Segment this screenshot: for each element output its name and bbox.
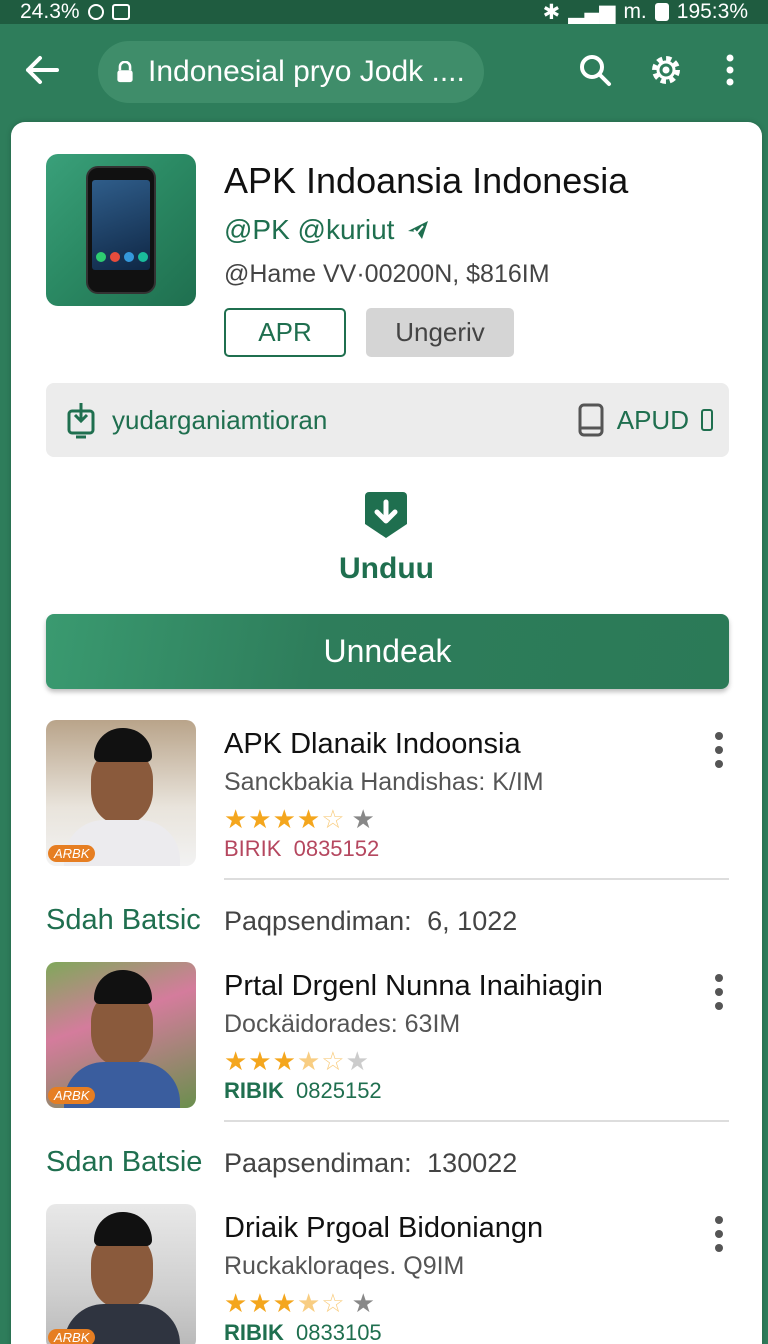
top-toolbar: Indonesial pryo Jodk .... <box>0 24 768 118</box>
bluetooth-icon: ✱ <box>542 0 561 24</box>
phone-illustration <box>86 166 156 294</box>
list-item[interactable]: ARBK APK Dlanaik Indoonsia Sanckbakia Ha… <box>46 720 729 870</box>
device-icon <box>578 403 604 437</box>
download-icon[interactable] <box>363 490 409 540</box>
more-vertical-icon <box>726 54 734 86</box>
info-text: yudarganiamtioran <box>112 404 328 435</box>
section-meta: Paqpsendiman: 6, 1022 <box>224 906 517 937</box>
item-code-value: 0825152 <box>296 1078 382 1103</box>
back-button[interactable] <box>20 48 64 92</box>
section-meta: Paapsendiman: 130022 <box>224 1148 517 1179</box>
url-bar[interactable]: Indonesial pryo Jodk .... <box>98 41 484 103</box>
item-code-value: 0835152 <box>293 836 380 861</box>
list-item[interactable]: ARBK Prtal Drgenl Nunna Inaihiagin Dockä… <box>46 962 729 1112</box>
settings-button[interactable] <box>644 48 688 92</box>
item-code-value: 0833105 <box>296 1320 382 1344</box>
item-title: Driaik Prgoal Bidoniangn <box>224 1212 544 1244</box>
back-arrow-icon <box>26 56 59 84</box>
download-button[interactable]: Unndeak <box>46 614 729 689</box>
item-badge: ARBK <box>48 845 96 862</box>
item-code-prefix: BIRIK <box>224 836 282 861</box>
item-thumbnail: ARBK <box>46 1204 196 1344</box>
item-title: Prtal Drgenl Nunna Inaihiagin <box>224 970 603 1002</box>
item-more-button[interactable] <box>709 1216 729 1252</box>
item-code: RIBIK 0825152 <box>224 1078 382 1104</box>
chip-ungeriv[interactable]: Ungeriv <box>366 308 514 357</box>
app-title: APK Indoansia Indonesia <box>224 160 629 201</box>
developer-name: @PK @kuriut <box>224 214 395 245</box>
section-header: Sdan Batsie Paapsendiman: 130022 <box>46 1146 729 1186</box>
item-subtitle: Dockäidorades: 63IM <box>224 1010 461 1038</box>
small-device-icon <box>701 409 713 431</box>
battery-percent: 24.3% <box>20 0 80 23</box>
divider <box>224 878 729 880</box>
item-thumbnail: ARBK <box>46 962 196 1108</box>
notification-icon <box>111 4 130 20</box>
section-meta-label: Paqpsendiman: <box>224 906 412 936</box>
install-icon <box>67 403 95 439</box>
item-thumbnail: ARBK <box>46 720 196 866</box>
lock-icon <box>117 61 133 83</box>
status-time: 195:3% <box>676 0 748 23</box>
overflow-menu-button[interactable] <box>708 48 752 92</box>
battery-icon <box>654 3 669 21</box>
item-title: APK Dlanaik Indoonsia <box>224 728 521 760</box>
gear-icon <box>652 56 680 84</box>
info-bar[interactable]: yudarganiamtioran APUD <box>46 383 729 457</box>
location-icon <box>87 4 104 20</box>
item-more-button[interactable] <box>709 974 729 1010</box>
app-meta: @Hame VV·00200N, $816IM <box>224 260 550 288</box>
item-code-prefix: RIBIK <box>224 1320 284 1344</box>
section-title: Sdan Batsie <box>46 1146 203 1178</box>
verified-icon <box>408 221 429 239</box>
section-meta-value: 6, 1022 <box>427 906 518 936</box>
download-label[interactable]: Unduu <box>11 552 762 586</box>
item-subtitle: Ruckakloraqes. Q9IM <box>224 1252 465 1280</box>
star-rating: ★★★★☆★ <box>224 1046 370 1076</box>
section-meta-label: Paapsendiman: <box>224 1148 412 1178</box>
main-card: APK Indoansia Indonesia @PK @kuriut @Ham… <box>11 122 762 1344</box>
section-meta-value: 130022 <box>427 1148 518 1178</box>
item-code: RIBIK 0833105 <box>224 1320 382 1344</box>
url-text: Indonesial pryo Jodk .... <box>148 55 465 88</box>
item-more-button[interactable] <box>709 732 729 768</box>
section-title: Sdah Batsic <box>46 904 201 936</box>
star-rating: ★★★★☆★ <box>224 1288 376 1318</box>
divider <box>224 1120 729 1122</box>
status-mid-text: m. <box>623 0 647 23</box>
item-badge: ARBK <box>48 1087 96 1104</box>
item-code-prefix: RIBIK <box>224 1078 284 1103</box>
app-icon <box>46 154 196 306</box>
developer-link[interactable]: @PK @kuriut <box>224 214 432 246</box>
item-code: BIRIK 0835152 <box>224 836 379 862</box>
item-badge: ARBK <box>48 1329 96 1344</box>
list-item[interactable]: ARBK Driaik Prgoal Bidoniangn Ruckaklora… <box>46 1204 729 1344</box>
search-button[interactable] <box>573 48 617 92</box>
item-subtitle: Sanckbakia Handishas: K/IM <box>224 768 544 796</box>
signal-icon: ▂▄▆ <box>568 0 616 24</box>
status-bar: 24.3% ✱ ▂▄▆ m. 195:3% <box>0 0 768 24</box>
section-header: Sdah Batsic Paqpsendiman: 6, 1022 <box>46 904 729 944</box>
search-icon <box>580 55 611 86</box>
info-right-label: APUD <box>616 404 689 435</box>
chip-apr[interactable]: APR <box>224 308 346 357</box>
star-rating: ★★★★☆★ <box>224 804 376 834</box>
